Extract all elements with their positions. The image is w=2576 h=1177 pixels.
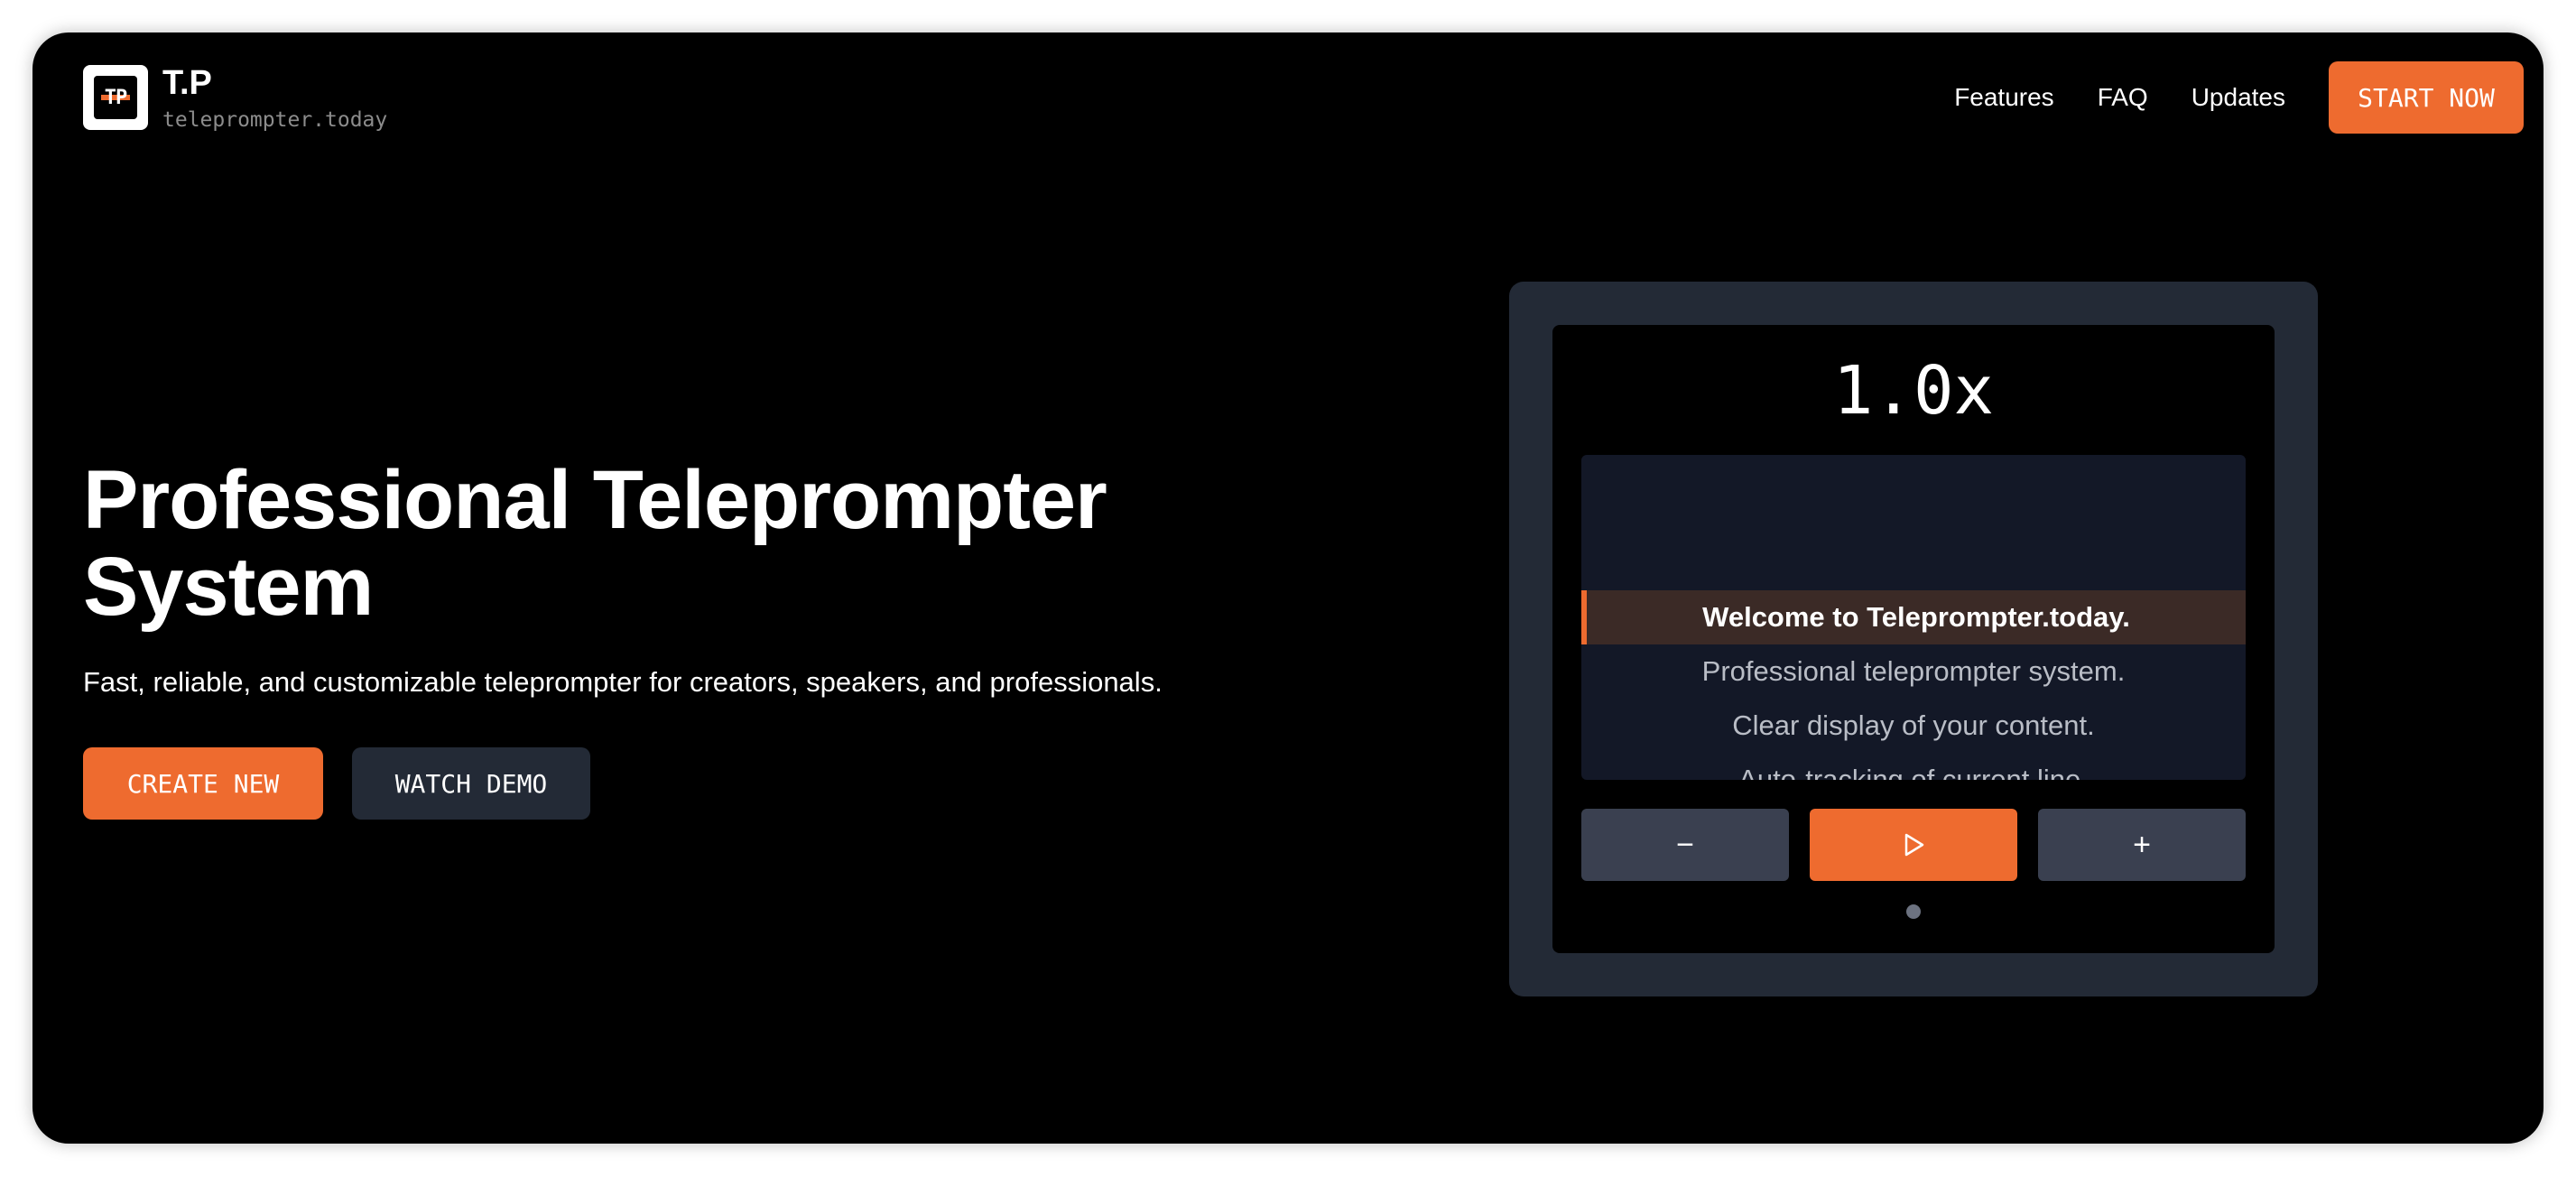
start-now-button[interactable]: START NOW — [2329, 61, 2524, 134]
playback-controls: − + — [1581, 809, 2246, 881]
create-new-button[interactable]: CREATE NEW — [83, 747, 323, 820]
logo-icon: TP — [83, 65, 148, 130]
decrease-speed-button[interactable]: − — [1581, 809, 1789, 881]
minus-icon: − — [1676, 828, 1694, 862]
hero-subtitle: Fast, reliable, and customizable telepro… — [83, 666, 1163, 698]
increase-speed-button[interactable]: + — [2038, 809, 2246, 881]
top-nav: Features FAQ Updates START NOW — [1954, 61, 2524, 134]
script-line: Professional teleprompter system. — [1701, 655, 2126, 687]
logo-text: TP — [104, 86, 127, 109]
teleprompter-preview: 1.0x Welcome to Teleprompter.today. Prof… — [1509, 282, 2318, 996]
script-line: Clear display of your content. — [1732, 709, 2095, 741]
nav-link-features[interactable]: Features — [1954, 83, 2054, 112]
preview-screen: 1.0x Welcome to Teleprompter.today. Prof… — [1552, 325, 2275, 953]
script-display[interactable]: Welcome to Teleprompter.today. Professio… — [1581, 455, 2246, 780]
nav-link-updates[interactable]: Updates — [2191, 83, 2285, 112]
page-indicator-dot[interactable] — [1906, 904, 1921, 919]
hero-title: Professional Teleprompter System — [83, 457, 1256, 630]
speed-indicator: 1.0x — [1832, 352, 1995, 430]
script-line-current: Welcome to Teleprompter.today. — [1581, 590, 2246, 644]
brand-domain: teleprompter.today — [162, 108, 388, 132]
nav-link-faq[interactable]: FAQ — [2098, 83, 2148, 112]
script-line: Auto-tracking of current line. — [1738, 764, 2089, 780]
play-icon — [1904, 833, 1924, 857]
app-window: TP T.P teleprompter.today Features FAQ U… — [32, 32, 2544, 1144]
plus-icon: + — [2133, 828, 2151, 862]
hero-title-line-2: System — [83, 541, 374, 633]
brand[interactable]: TP T.P teleprompter.today — [83, 65, 387, 134]
hero-title-line-1: Professional Teleprompter — [83, 454, 1107, 546]
watch-demo-button[interactable]: WATCH DEMO — [352, 747, 590, 820]
brand-title: T.P — [162, 64, 212, 102]
play-button[interactable] — [1810, 809, 2017, 881]
hero-actions: CREATE NEW WATCH DEMO — [83, 747, 590, 820]
